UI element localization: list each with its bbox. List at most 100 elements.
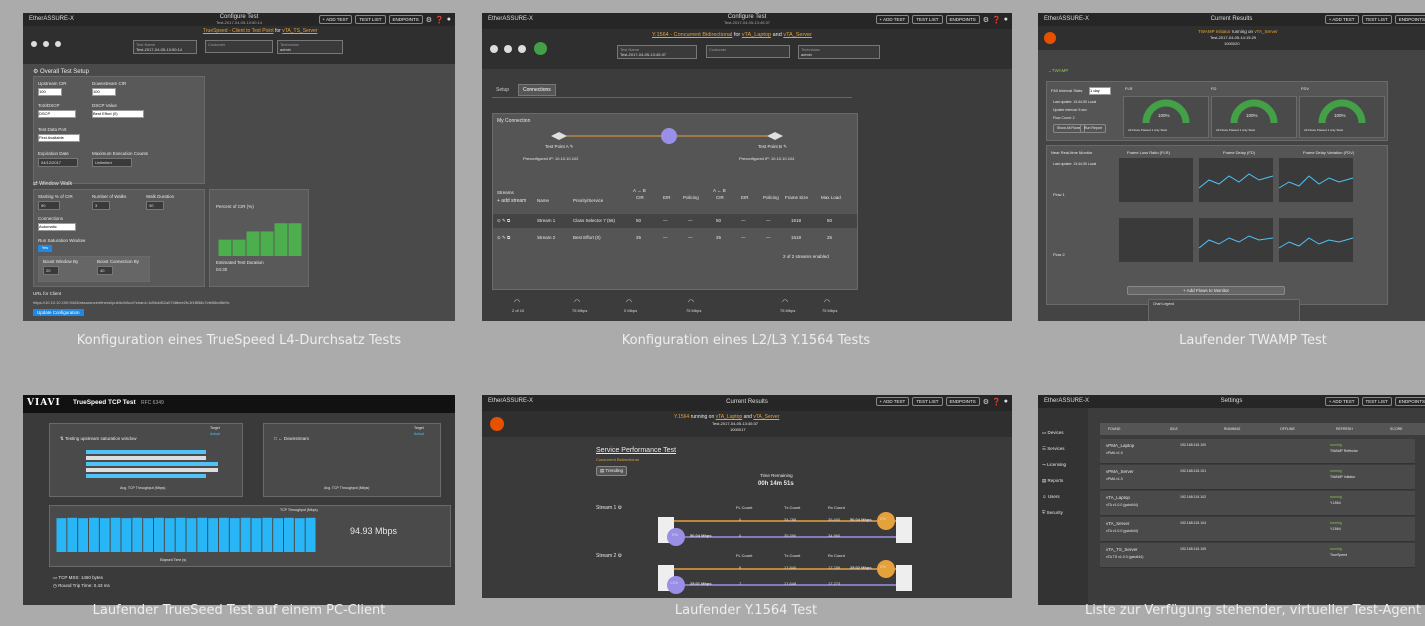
- run-report-button[interactable]: Run Report: [1080, 124, 1106, 133]
- endpoints-button[interactable]: ENDPOINTS: [1394, 15, 1425, 24]
- downstream-cir-input[interactable]: 100: [92, 88, 116, 96]
- add-test-button[interactable]: + ADD TEST: [875, 397, 910, 406]
- test-list-button[interactable]: TEST LIST: [355, 15, 386, 24]
- user-icon[interactable]: ●: [1004, 398, 1008, 405]
- test-name-field[interactable]: Test Name Test-2017-04-05-13:50:14: [133, 40, 197, 54]
- technician-field[interactable]: Technician admin: [277, 40, 343, 54]
- add-test-button[interactable]: + ADD TEST: [1324, 397, 1359, 406]
- steps-input[interactable]: 3: [92, 201, 110, 210]
- help-icon[interactable]: ❓: [992, 16, 1001, 24]
- monitor-col-fdv: Frame Delay Variation (FDV): [1303, 150, 1355, 155]
- pause-icon[interactable]: [55, 41, 61, 47]
- sidebar-item-reports[interactable]: ▤ Reports: [1042, 478, 1063, 484]
- connections-select[interactable]: Automatic: [38, 223, 76, 231]
- chart-bar: [99, 518, 110, 552]
- gear-icon[interactable]: ⚙: [983, 398, 989, 406]
- interval-select[interactable]: 1 day: [1089, 87, 1111, 95]
- record-icon[interactable]: [504, 45, 512, 53]
- test-list-button[interactable]: TEST LIST: [1361, 15, 1392, 24]
- connections-label: Connections: [38, 216, 64, 221]
- add-stream-button[interactable]: + add stream: [497, 198, 526, 204]
- row-actions-icon[interactable]: ⊙ ✎ ⧉: [497, 218, 510, 224]
- pause-icon[interactable]: [518, 45, 526, 53]
- stop-icon[interactable]: [31, 41, 37, 47]
- saturation-toggle[interactable]: Yes: [38, 245, 52, 252]
- upstream-cir-input[interactable]: 100: [38, 88, 62, 96]
- chart-bar: [208, 518, 218, 552]
- play-icon[interactable]: [534, 42, 547, 55]
- technician-field[interactable]: Technician admin: [798, 45, 880, 59]
- customer-field[interactable]: Customer: [706, 45, 790, 58]
- tab-setup[interactable]: Setup: [492, 85, 513, 95]
- max-exec-input[interactable]: Unlimited: [92, 158, 132, 167]
- filter-offline[interactable]: OFFLINE: [1280, 427, 1295, 431]
- sidebar-item-security[interactable]: ⛨ Security: [1042, 510, 1063, 515]
- twamp-menu[interactable]: ⌄TWAMP: [1048, 68, 1068, 74]
- user-icon[interactable]: ●: [1004, 16, 1008, 23]
- chart-bar: [218, 239, 232, 256]
- filter-idle[interactable]: IDLE: [1170, 427, 1178, 431]
- stop-button[interactable]: [490, 417, 504, 431]
- endpoints-button[interactable]: ENDPOINTS: [1394, 397, 1425, 406]
- list-item[interactable]: vTA_Laptop vTA v1.0.0 (gsto644) 192.168.…: [1100, 491, 1415, 516]
- test-name-field[interactable]: Test Name Test-2017-04-05-13:45:37: [617, 45, 697, 59]
- starting-input[interactable]: 50: [38, 201, 60, 210]
- customer-field[interactable]: Customer: [205, 40, 273, 53]
- port-select[interactable]: First Available: [38, 134, 80, 142]
- stop-button[interactable]: [1044, 32, 1056, 44]
- sidebar-item-devices[interactable]: ▭ Devices: [1042, 430, 1064, 436]
- dscp-select[interactable]: Best Effort (0): [92, 110, 144, 118]
- chart-bar: [260, 231, 274, 256]
- boost-window-label: Boost Window By: [43, 259, 79, 264]
- test-list-button[interactable]: TEST LIST: [912, 15, 943, 24]
- boost-window-input[interactable]: 20: [43, 266, 59, 275]
- table-row[interactable]: ⊙ ✎ ⧉ Stream 1 Class Selector 7 (56) 50 …: [493, 214, 857, 228]
- add-flows-button[interactable]: + Add Flows to Monitor: [1127, 286, 1285, 295]
- col-policing-2: Policing: [763, 195, 779, 200]
- add-test-button[interactable]: + ADD TEST: [875, 15, 910, 24]
- list-item[interactable]: vPMA_Laptop vPMA v1.0 192.168.115.100 ru…: [1100, 439, 1415, 464]
- url-value[interactable]: https://10.10.10.100:9443/assurance/ethe…: [33, 300, 230, 305]
- help-icon[interactable]: ❓: [435, 16, 444, 24]
- chart-bar: [240, 517, 251, 552]
- trending-button[interactable]: ▤ Trending: [596, 466, 628, 476]
- sidebar-item-licensing[interactable]: ⊸ Licensing: [1042, 462, 1066, 468]
- gear-icon[interactable]: ⚙: [426, 16, 432, 24]
- endpoints-button[interactable]: ENDPOINTS: [945, 397, 980, 406]
- test-point-b[interactable]: Test Point B ✎: [758, 144, 787, 150]
- expiration-input[interactable]: 04/12/2017: [38, 158, 78, 167]
- table-row[interactable]: ⊙ ✎ ⧉ Stream 2 Best Effort (0) 25 — — 25…: [493, 231, 857, 245]
- test-point-a[interactable]: Test Point A ✎: [545, 144, 574, 150]
- sidebar-item-services[interactable]: ☰ Services: [1042, 446, 1065, 452]
- help-icon[interactable]: ❓: [992, 398, 1001, 406]
- filter-running[interactable]: RUNNING: [1224, 427, 1240, 431]
- stop-icon[interactable]: [490, 45, 498, 53]
- endpoints-button[interactable]: ENDPOINTS: [388, 15, 423, 24]
- stream-cir: 50: [636, 218, 642, 223]
- record-icon[interactable]: [43, 41, 49, 47]
- test-list-button[interactable]: TEST LIST: [912, 397, 943, 406]
- tos-select[interactable]: DSCP: [38, 110, 76, 118]
- list-item[interactable]: vTA_Server vTA v1.0.0 (gsto644) 192.168.…: [1100, 517, 1415, 542]
- walk-duration-input[interactable]: 30: [146, 201, 164, 210]
- sidebar-item-users[interactable]: ☺ Users: [1042, 494, 1060, 499]
- refresh-button[interactable]: REFRESH: [1336, 427, 1353, 431]
- update-configuration-button[interactable]: Update Configuration: [33, 309, 84, 316]
- list-item[interactable]: vPMA_Server vPMA v1.0 192.168.115.101 ru…: [1100, 465, 1415, 490]
- endpoints-button[interactable]: ENDPOINTS: [945, 15, 980, 24]
- stream1-flr-down: 0%: [672, 532, 678, 537]
- filter-score[interactable]: SCORE: [1390, 427, 1402, 431]
- tab-connections[interactable]: Connections: [518, 84, 556, 96]
- port-label: Test Data Port: [38, 127, 67, 132]
- add-test-button[interactable]: + ADD TEST: [318, 15, 353, 24]
- user-icon[interactable]: ●: [447, 16, 451, 23]
- test-list-button[interactable]: TEST LIST: [1361, 397, 1392, 406]
- filter-found[interactable]: FOUND: [1108, 427, 1120, 431]
- fd-gauge: 100% All Flows Passed 1 way Stats: [1211, 96, 1297, 138]
- list-item[interactable]: vTA_TS_Server vTA TS v1.0.0 (gsto644) 19…: [1100, 543, 1415, 568]
- gear-icon[interactable]: ⚙: [983, 16, 989, 24]
- agent-status: running: [1330, 443, 1342, 447]
- boost-connection-input[interactable]: 40: [97, 266, 113, 275]
- row-actions-icon[interactable]: ⊙ ✎ ⧉: [497, 235, 510, 241]
- add-test-button[interactable]: + ADD TEST: [1324, 15, 1359, 24]
